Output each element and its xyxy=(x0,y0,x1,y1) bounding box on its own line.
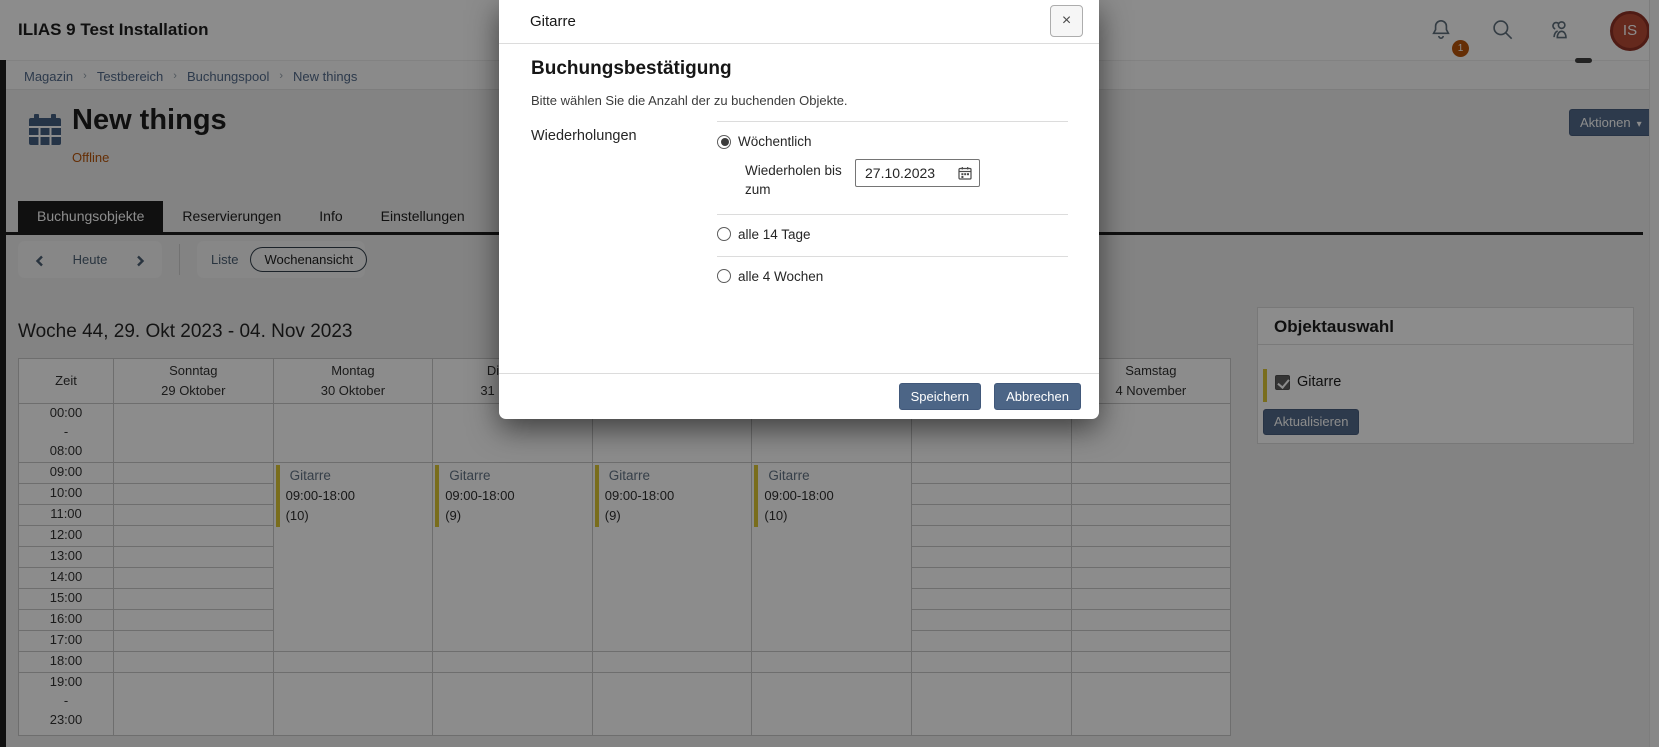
modal-body: Buchungsbestätigung Bitte wählen Sie die… xyxy=(499,44,1099,298)
modal-heading: Buchungsbestätigung xyxy=(531,58,1068,80)
radio-option-2[interactable]: alle 4 Wochen xyxy=(717,269,1068,284)
repeat-until-label: Wiederholen bis zum xyxy=(745,159,855,200)
close-icon[interactable]: × xyxy=(1050,5,1083,37)
cancel-button[interactable]: Abbrechen xyxy=(994,383,1081,410)
recurrence-options: Wöchentlich Wiederholen bis zum alle 14 … xyxy=(717,121,1068,298)
radio-selected-icon xyxy=(717,135,731,149)
calendar-picker-icon[interactable] xyxy=(958,166,972,180)
modal-description: Bitte wählen Sie die Anzahl der zu buche… xyxy=(531,93,1068,108)
radio-option-1[interactable]: alle 14 Tage xyxy=(717,227,1068,242)
radio-option-0[interactable]: Wöchentlich xyxy=(717,134,1068,149)
recurrence-form: Wiederholungen Wöchentlich Wiederholen b… xyxy=(531,121,1068,298)
modal-header: Gitarre × xyxy=(499,0,1099,44)
recurrence-label: Wiederholungen xyxy=(531,121,717,298)
save-button[interactable]: Speichern xyxy=(899,383,982,410)
repeat-until-row: Wiederholen bis zum xyxy=(717,159,1068,200)
radio-unselected-icon xyxy=(717,269,731,283)
radio-unselected-icon xyxy=(717,227,731,241)
radio-option-label: Wöchentlich xyxy=(738,134,812,149)
modal-footer: Speichern Abbrechen xyxy=(499,373,1099,419)
modal-title: Gitarre xyxy=(530,0,576,44)
radio-option-label: alle 14 Tage xyxy=(738,227,811,242)
booking-modal: Gitarre × Buchungsbestätigung Bitte wähl… xyxy=(499,0,1099,419)
radio-option-label: alle 4 Wochen xyxy=(738,269,823,284)
